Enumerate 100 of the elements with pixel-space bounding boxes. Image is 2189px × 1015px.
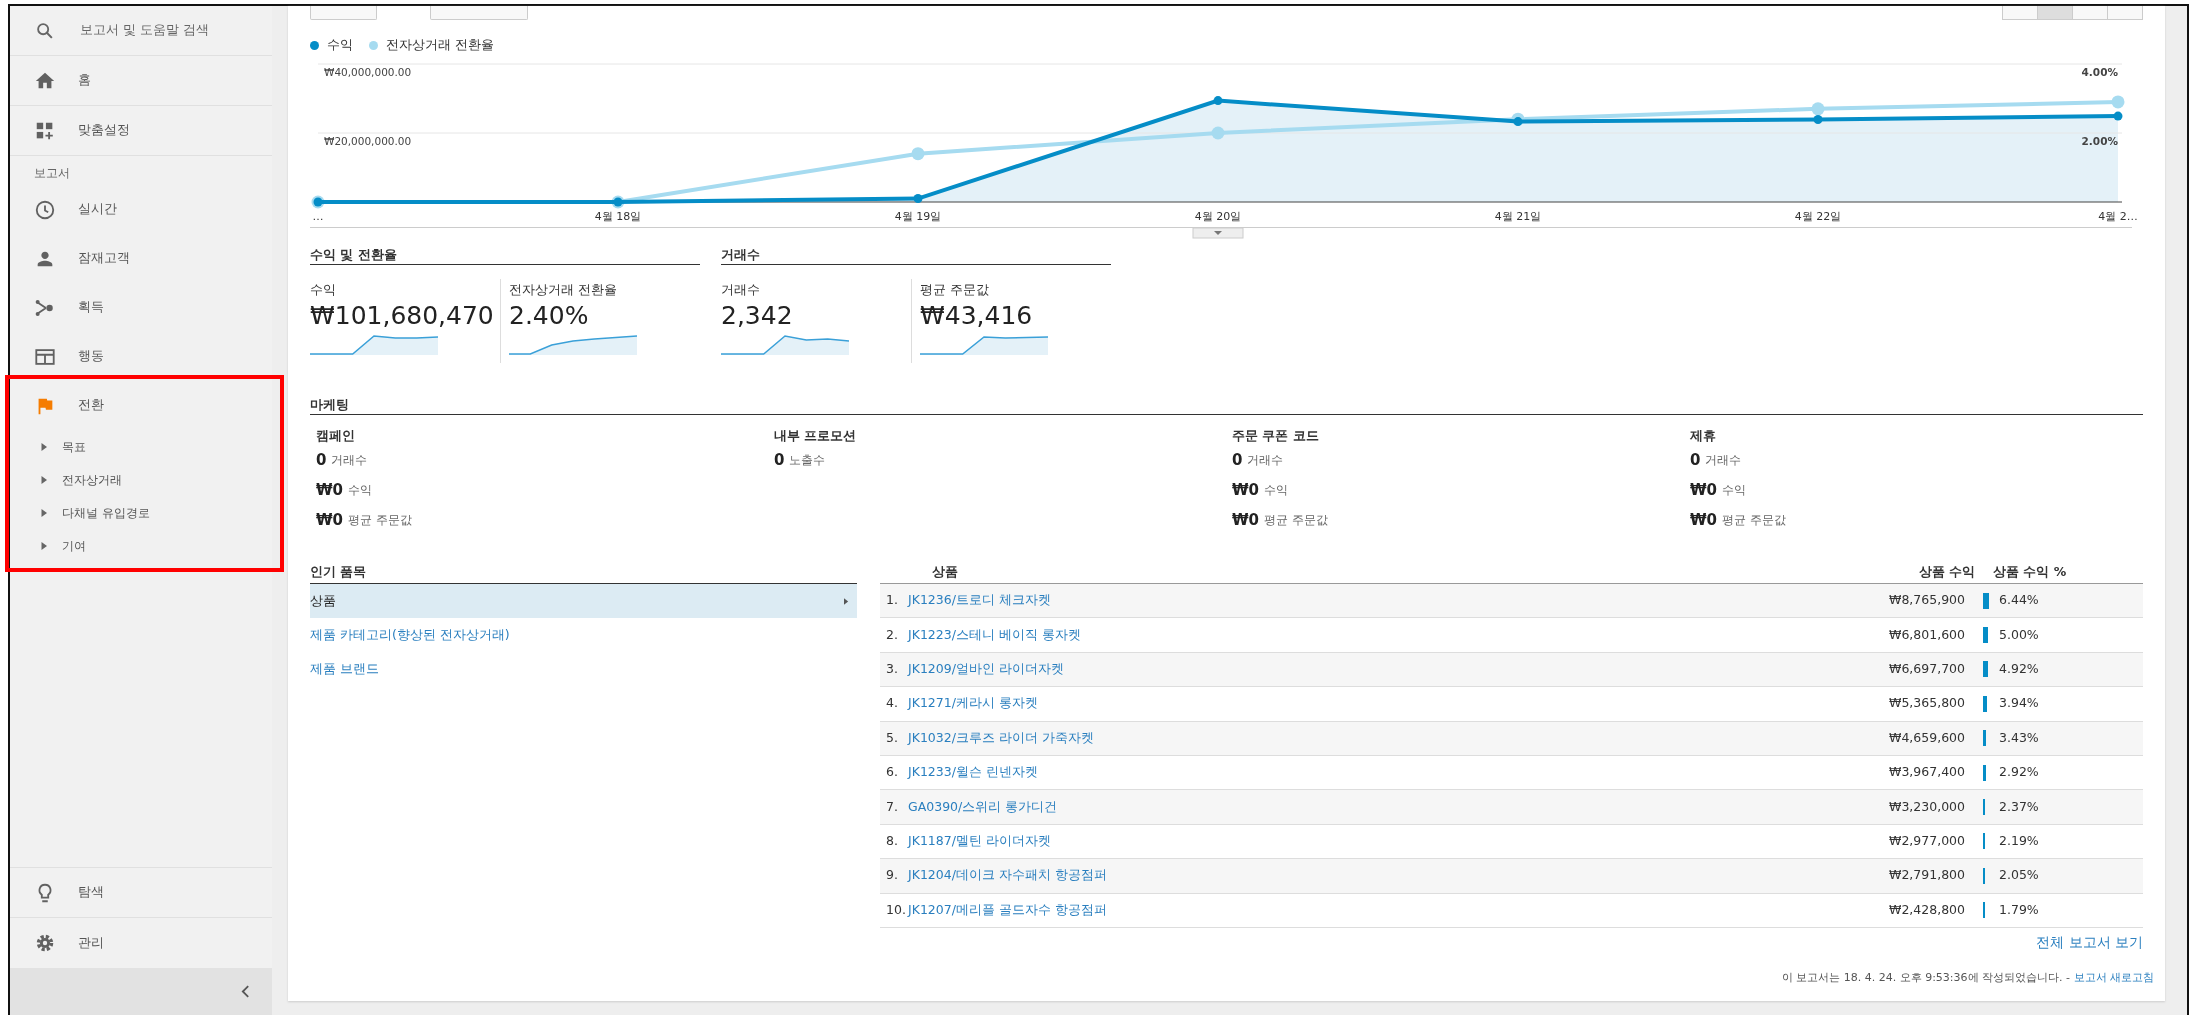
chevron-left-icon [241, 985, 250, 998]
y-axis-label: ₩40,000,000.00 [324, 66, 412, 78]
nav-label: 탐색 [78, 883, 104, 902]
x-axis-label: 4월 21일 [1494, 210, 1542, 223]
dimension-option[interactable]: 제품 브랜드 [310, 652, 857, 686]
share-bar [1983, 661, 1988, 678]
share-value: 2.37% [1998, 797, 2040, 816]
stat-value: ₩0 [1232, 479, 1259, 501]
section-label: 보고서 [33, 165, 71, 182]
view-toggle-button[interactable] [2108, 6, 2143, 20]
share-value: 5.00% [1998, 625, 2040, 644]
nav-item[interactable]: 실시간 [10, 185, 272, 234]
product-link[interactable]: JK1271/케라시 롱자켓 [908, 694, 1855, 714]
rank-number: 8. [885, 832, 899, 851]
dimension-option[interactable]: 제품 카테고리(향상된 전자상거래) [310, 618, 857, 652]
dimension-option[interactable]: 상품 [310, 584, 857, 618]
metric-value: ₩43,416 [920, 299, 1034, 332]
nav-label: 획득 [78, 298, 104, 317]
nav-item[interactable]: 관리 [10, 918, 272, 968]
column-heading: 주문 쿠폰 코드 [1232, 427, 1320, 445]
product-link[interactable]: JK1187/멜틴 라이더자켓 [908, 832, 1855, 851]
nav-label: 실시간 [78, 200, 117, 219]
y-axis-label: 2.00% [2081, 135, 2118, 147]
stat-label: 거래수 [1705, 452, 1742, 469]
product-link[interactable]: JK1204/데이크 자수패치 항공점퍼 [908, 866, 1855, 886]
revenue-value: ₩2,977,000 [1888, 832, 1965, 851]
product-link[interactable]: JK1207/메리플 골드자수 항공점퍼 [908, 900, 1855, 920]
stat-label: 노출수 [789, 452, 826, 469]
nav-item[interactable]: 잠재고객 [10, 234, 272, 283]
x-axis-label: … [312, 210, 324, 223]
stat-value: 0 [316, 449, 327, 471]
stat-value: ₩0 [1690, 479, 1717, 501]
nav-item[interactable]: 행동 [10, 332, 272, 381]
view-toggle-button[interactable] [2038, 6, 2073, 20]
nav-subitem[interactable]: 기여 [10, 529, 272, 562]
stat-label: 거래수 [331, 452, 368, 469]
rank-number: 3. [885, 660, 899, 679]
toolbar-button[interactable] [430, 6, 528, 20]
metric-value: ₩101,680,470 [310, 299, 495, 332]
search-field[interactable]: 보고서 및 도움말 검색 [78, 20, 268, 41]
stat-label: 수익 [1264, 482, 1288, 499]
column-header: 상품 수익 [1917, 563, 1975, 581]
caret-right-icon [844, 597, 849, 605]
refresh-report-link[interactable]: 보고서 새로고침 [2073, 970, 2154, 984]
stat-label: 수익 [348, 482, 372, 499]
revenue-value: ₩2,791,800 [1888, 866, 1965, 885]
nav-item[interactable]: 전환 [10, 381, 272, 430]
revenue-value: ₩3,230,000 [1888, 797, 1965, 816]
stat-label: 거래수 [1247, 452, 1284, 469]
share-value: 1.79% [1998, 900, 2040, 919]
product-link[interactable]: JK1223/스테니 베이직 롱자켓 [908, 625, 1855, 645]
nav-item[interactable]: 획득 [10, 283, 272, 332]
x-axis-label: 4월 19일 [894, 210, 942, 223]
section-heading: 수익 및 전환율 [310, 246, 700, 265]
revenue-value: ₩8,765,900 [1888, 591, 1965, 610]
nav-label: 전자상거래 [62, 471, 122, 489]
toolbar-button[interactable] [310, 6, 377, 20]
column-heading: 내부 프로모션 [774, 427, 858, 445]
rank-number: 1. [885, 591, 899, 610]
full-report-link[interactable]: 전체 보고서 보기 [2036, 931, 2143, 952]
share-bar [1983, 799, 1986, 816]
share-value: 6.44% [1998, 591, 2040, 610]
share-value: 4.92% [1998, 660, 2040, 679]
nav-label: 맞춤설정 [78, 121, 130, 140]
metric-label: 평균 주문값 [920, 281, 990, 299]
settings-icon [34, 932, 56, 954]
share-bar [1983, 764, 1986, 781]
x-axis-label: 4월 20일 [1194, 210, 1242, 223]
product-link[interactable]: JK1209/얼바인 라이더자켓 [908, 660, 1855, 679]
nav-subitem[interactable]: 다채널 유입경로 [10, 496, 272, 529]
view-toggle-button[interactable] [2073, 6, 2108, 20]
rank-number: 5. [885, 728, 899, 747]
product-link[interactable]: JK1032/크루즈 라이더 가죽자켓 [908, 728, 1855, 748]
x-axis-label: 4월 18일 [594, 210, 642, 223]
revenue-value: ₩3,967,400 [1888, 763, 1965, 782]
x-axis-label: 4월 22일 [1794, 210, 1842, 223]
column-header: 상품 수익 % [1992, 563, 2068, 581]
nav-label: 다채널 유입경로 [62, 504, 150, 522]
nav-label: 홈 [78, 71, 91, 90]
share-value: 2.92% [1998, 763, 2040, 782]
report-timestamp: 이 보고서는 18. 4. 24. 오후 9:53:36에 작성되었습니다. - 보고서 새로고침 [1781, 969, 2154, 986]
nav-subitem[interactable]: 전자상거래 [10, 463, 272, 496]
product-link[interactable]: GA0390/스위리 롱가디건 [908, 797, 1855, 817]
option-label: 상품 [310, 591, 336, 610]
share-value: 2.19% [1998, 832, 2040, 851]
product-link[interactable]: JK1236/트로디 체크자켓 [908, 591, 1855, 611]
share-value: 2.05% [1998, 866, 2040, 885]
nav-subitem[interactable]: 목표 [10, 430, 272, 463]
stat-value: 0 [1690, 449, 1701, 471]
rank-number: 10. [885, 900, 907, 919]
stat-label: 평균 주문값 [1722, 512, 1786, 529]
view-toggle-button[interactable] [2003, 6, 2038, 20]
chart-toggle-button[interactable] [1192, 227, 1244, 239]
stat-label: 평균 주문값 [348, 512, 412, 529]
metric-label: 거래수 [721, 281, 761, 299]
product-link[interactable]: JK1233/윌슨 린넨자켓 [908, 763, 1855, 782]
collapse-sidebar-button[interactable] [10, 968, 272, 1015]
rank-number: 9. [885, 866, 899, 885]
rank-number: 2. [885, 625, 899, 644]
share-bar [1983, 833, 1986, 850]
